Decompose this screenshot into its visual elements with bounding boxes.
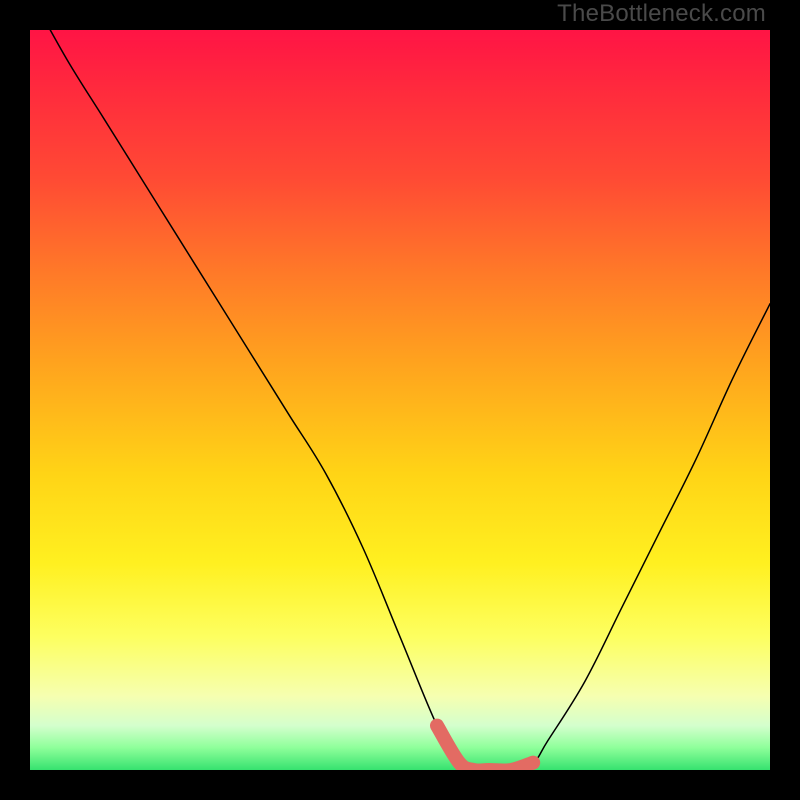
highlight-path [437,726,533,770]
chart-frame: TheBottleneck.com [0,0,800,800]
plot-area [30,30,770,770]
bottleneck-curve [30,30,770,770]
curve-path [30,30,770,770]
watermark-label: TheBottleneck.com [557,0,766,28]
